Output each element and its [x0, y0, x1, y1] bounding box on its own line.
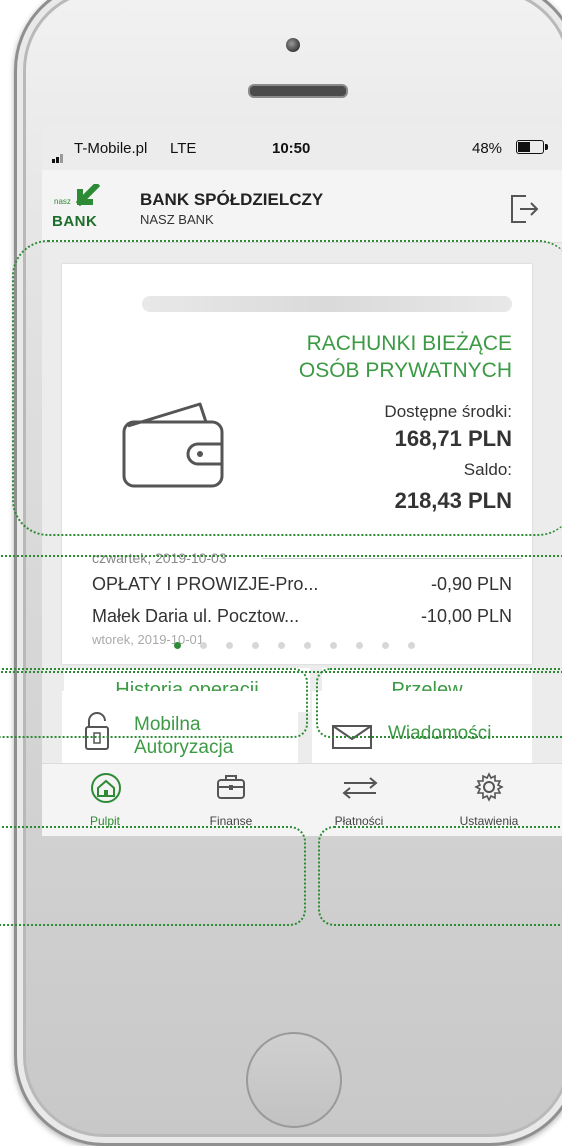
- logo-small-text: nasz: [54, 197, 71, 206]
- annotation-transfer-button-outline: [316, 668, 562, 738]
- carrier-label: T-Mobile.pl: [74, 140, 148, 157]
- app-header: nasz BANK BANK SPÓŁDZIELCZY NASZ BANK: [42, 170, 562, 243]
- gear-icon: [474, 772, 504, 802]
- annotation-mobile-auth-outline: [0, 826, 306, 926]
- home-icon: [91, 773, 121, 803]
- clock: 10:50: [272, 140, 311, 157]
- bank-name: BANK SPÓŁDZIELCZY: [140, 190, 324, 209]
- signal-icon: [52, 146, 64, 163]
- front-camera: [286, 38, 300, 52]
- logout-icon[interactable]: [506, 192, 540, 226]
- battery-percent: 48%: [472, 140, 503, 157]
- home-button[interactable]: [246, 1032, 342, 1128]
- annotation-history-outline: [0, 555, 562, 673]
- logo-arrow-icon: [75, 184, 100, 207]
- transfer-arrows-icon: [342, 777, 378, 799]
- logo-word: BANK: [52, 213, 98, 230]
- mobile-authorization-line2: Autoryzacja: [134, 737, 234, 758]
- annotation-account-outline: [12, 240, 562, 536]
- battery-tip: [545, 144, 548, 150]
- briefcase-icon: [217, 775, 245, 799]
- network-label: LTE: [170, 140, 197, 157]
- annotation-messages-outline: [318, 826, 562, 926]
- bank-subtitle: NASZ BANK: [140, 212, 214, 227]
- annotation-history-button-outline: [0, 668, 308, 738]
- earpiece-speaker: [248, 84, 348, 98]
- battery-icon: [516, 140, 544, 154]
- status-bar: T-Mobile.pl LTE 10:50 48%: [42, 126, 562, 170]
